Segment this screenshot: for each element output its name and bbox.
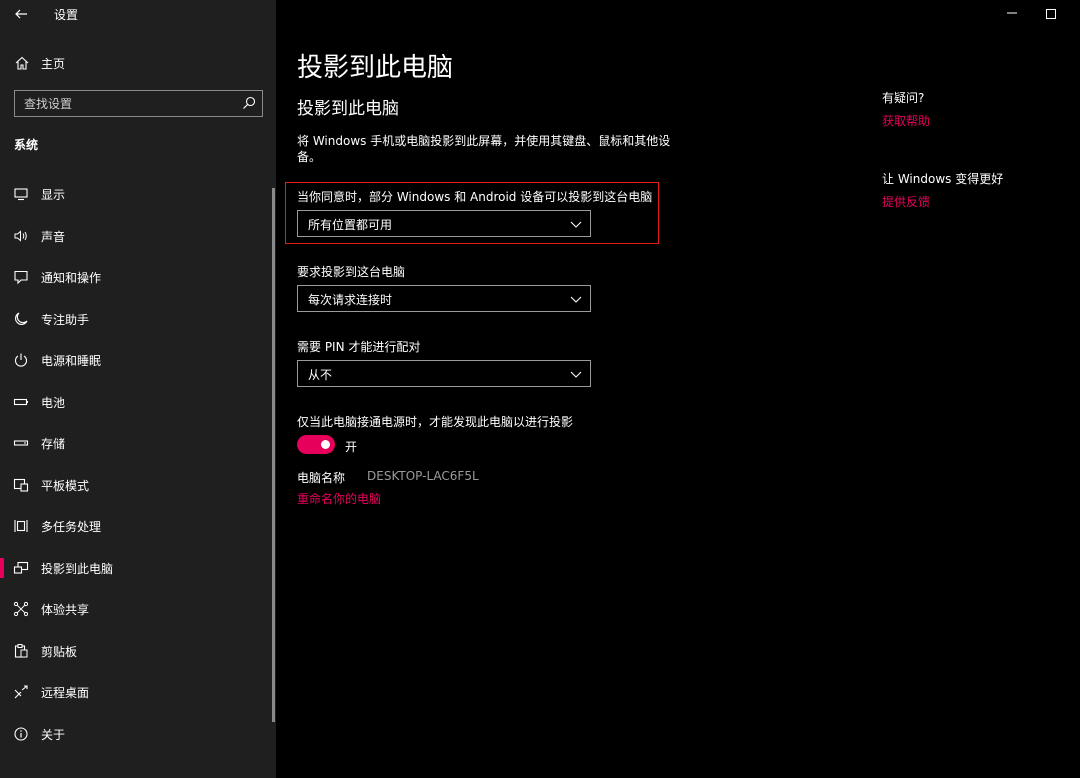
sidebar-item-battery[interactable]: 电池	[0, 381, 270, 423]
dropdown-value: 从不	[308, 368, 333, 382]
availability-dropdown[interactable]: 所有位置都可用	[297, 210, 591, 237]
arrow-left-icon	[15, 9, 27, 19]
sidebar-item-label: 关于	[41, 727, 66, 742]
battery-icon	[13, 398, 28, 405]
pin-dropdown[interactable]: 从不	[297, 360, 591, 387]
pc-name-label: 电脑名称	[297, 471, 346, 485]
dropdown-value: 所有位置都可用	[308, 218, 393, 232]
sidebar-item-label: 多任务处理	[41, 520, 102, 534]
sidebar-item-label: 专注助手	[41, 312, 90, 327]
description-text: 将 Windows 手机或电脑投影到此屏幕，并使用其键盘、鼠标和其他设备。	[297, 134, 671, 164]
dropdown-value: 每次请求连接时	[308, 293, 393, 307]
sidebar-item-label: 剪贴板	[41, 644, 78, 659]
speaker-icon	[14, 229, 27, 242]
sidebar-item-clipboard[interactable]: 剪贴板	[0, 630, 270, 672]
search-box	[14, 90, 263, 117]
get-help-link[interactable]: 获取帮助	[882, 112, 930, 129]
share-icon	[13, 601, 29, 617]
sidebar-item-sound[interactable]: 声音	[0, 215, 270, 257]
maximize-icon[interactable]	[1046, 9, 1056, 19]
improve-windows-title: 让 Windows 变得更好	[882, 172, 1004, 186]
request-dropdown[interactable]: 每次请求连接时	[297, 285, 591, 312]
sidebar-item-label: 主页	[41, 57, 66, 71]
chevron-down-icon	[570, 221, 582, 228]
chevron-down-icon	[570, 371, 582, 378]
power-icon	[14, 353, 28, 367]
sidebar-item-power-sleep[interactable]: 电源和睡眠	[0, 339, 270, 381]
search-icon[interactable]	[242, 96, 256, 110]
rename-pc-link[interactable]: 重命名你的电脑	[297, 490, 381, 507]
sidebar-item-notifications[interactable]: 通知和操作	[0, 256, 270, 298]
sidebar-item-label: 体验共享	[41, 603, 90, 617]
sidebar-item-label: 声音	[41, 229, 66, 244]
sidebar-item-label: 投影到此电脑	[41, 561, 114, 576]
sidebar-item-display[interactable]: 显示	[0, 173, 270, 215]
sidebar-nav: 显示 声音 通知和操作 专注助手 电源和睡眠 电池 存储 平板模式 多任务处理 …	[0, 173, 276, 754]
section-title: 投影到此电脑	[297, 99, 399, 119]
power-toggle[interactable]	[297, 435, 335, 454]
page-title: 投影到此电脑	[297, 53, 454, 83]
window-title: 设置	[54, 8, 79, 22]
notification-icon	[14, 270, 28, 285]
setting-request-label: 要求投影到这台电脑	[297, 265, 406, 279]
help-question: 有疑问?	[882, 91, 925, 105]
sidebar-item-shared-experiences[interactable]: 体验共享	[0, 588, 270, 630]
tablet-icon	[13, 478, 29, 492]
feedback-link[interactable]: 提供反馈	[882, 193, 930, 210]
setting-availability-label: 当你同意时，部分 Windows 和 Android 设备可以投影到这台电脑	[297, 190, 653, 204]
sidebar-item-label: 通知和操作	[41, 271, 102, 285]
storage-icon	[13, 440, 29, 446]
setting-power-label: 仅当此电脑接通电源时，才能发现此电脑以进行投影	[297, 415, 574, 429]
search-input[interactable]	[15, 91, 235, 116]
title-bar: 设置	[0, 0, 276, 28]
sidebar-item-project-to-pc[interactable]: 投影到此电脑	[0, 547, 270, 589]
monitor-icon	[14, 188, 28, 201]
sidebar-item-multitasking[interactable]: 多任务处理	[0, 505, 270, 547]
moon-icon	[15, 312, 28, 325]
toggle-knob	[321, 440, 330, 449]
setting-pin-label: 需要 PIN 才能进行配对	[297, 340, 421, 354]
home-icon	[15, 56, 29, 70]
sidebar-item-remote-desktop[interactable]: 远程桌面	[0, 671, 270, 713]
sidebar-item-storage[interactable]: 存储	[0, 422, 270, 464]
sidebar: 设置 主页 系统 显示 声音	[0, 0, 276, 778]
minimize-icon[interactable]	[1006, 7, 1018, 19]
sidebar-item-label: 远程桌面	[41, 686, 90, 700]
sidebar-item-label: 电源和睡眠	[41, 354, 102, 368]
sidebar-item-focus-assist[interactable]: 专注助手	[0, 298, 270, 340]
section-label-system: 系统	[14, 138, 39, 152]
toggle-state-label: 开	[345, 440, 358, 454]
project-icon	[13, 561, 29, 574]
sidebar-scrollbar[interactable]	[272, 188, 275, 722]
sidebar-item-about[interactable]: 关于	[0, 713, 270, 755]
info-icon	[14, 726, 28, 741]
sidebar-item-label: 显示	[41, 188, 66, 202]
sidebar-item-label: 电池	[41, 395, 66, 410]
sidebar-item-tablet-mode[interactable]: 平板模式	[0, 464, 270, 506]
chevron-down-icon	[570, 296, 582, 303]
remote-icon	[14, 685, 28, 699]
pc-name-value: DESKTOP-LAC6F5L	[367, 469, 479, 483]
multitask-icon	[14, 520, 28, 532]
sidebar-item-home[interactable]: 主页	[0, 48, 276, 78]
sidebar-item-label: 存储	[41, 437, 66, 451]
back-button[interactable]	[10, 3, 32, 25]
sidebar-item-label: 平板模式	[41, 478, 90, 493]
clipboard-icon	[14, 643, 28, 658]
